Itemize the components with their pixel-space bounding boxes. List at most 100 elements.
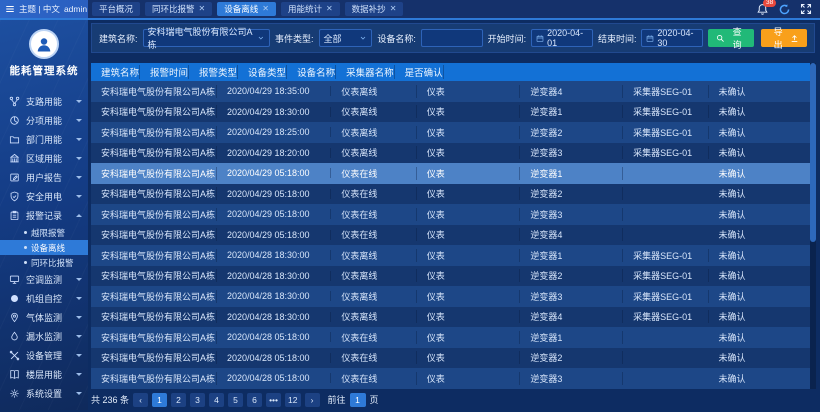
cell-device-name: 逆变器1 [520, 249, 623, 262]
cell-alarm-type: 仪表离线 [331, 310, 416, 323]
sidebar-item-label: 漏水监测 [26, 330, 70, 343]
cell-collector-name: 采集器SEG-01 [623, 85, 708, 98]
sidebar-item-subentry-energy[interactable]: 分项用能 [0, 111, 88, 130]
sidebar-item-label: 用户报告 [26, 171, 70, 184]
tab[interactable]: 数据补抄 ✕ [345, 2, 404, 16]
refresh-icon[interactable] [778, 3, 791, 16]
table-row[interactable]: 安科瑞电气股份有限公司A栋 2020/04/29 05:18:00 仪表在线 仪… [91, 184, 815, 205]
tab-close-icon[interactable]: ✕ [199, 5, 206, 13]
export-button[interactable]: 导出 [761, 29, 807, 47]
table-row[interactable]: 安科瑞电气股份有限公司A栋 2020/04/28 05:18:00 仪表在线 仪… [91, 368, 815, 389]
sidebar-item-gas-monitoring[interactable]: 气体监测 [0, 308, 88, 327]
cell-confirm-status: 未确认 [709, 146, 815, 159]
table-row[interactable]: 安科瑞电气股份有限公司A栋 2020/04/28 18:30:00 仪表离线 仪… [91, 307, 815, 328]
table-row[interactable]: 安科瑞电气股份有限公司A栋 2020/04/29 18:25:00 仪表离线 仪… [91, 122, 815, 143]
page-button[interactable]: 1 [152, 393, 167, 407]
table-row[interactable]: 安科瑞电气股份有限公司A栋 2020/04/29 18:35:00 仪表离线 仪… [91, 81, 815, 102]
search-button[interactable]: 查询 [708, 29, 754, 47]
tab[interactable]: 设备离线 ✕ [217, 2, 276, 16]
notification-bell-icon[interactable]: 38 [756, 3, 769, 16]
device-name-input[interactable] [421, 29, 483, 47]
cell-collector-name: 采集器SEG-01 [623, 249, 708, 262]
table-header: 建筑名称报警时间报警类型设备类型设备名称采集器名称是否确认 [91, 63, 815, 81]
total-count: 共 236 条 [91, 393, 129, 406]
table-row[interactable]: 安科瑞电气股份有限公司A栋 2020/04/29 05:18:00 仪表在线 仪… [91, 204, 815, 225]
cell-confirm-status: 未确认 [709, 269, 815, 282]
start-date-picker[interactable]: 2020-04-01 [531, 29, 593, 47]
cell-device-type: 仪表 [417, 105, 521, 118]
scrollbar-thumb[interactable] [810, 63, 816, 242]
page-button[interactable]: 6 [247, 393, 262, 407]
hamburger-menu-icon[interactable] [5, 4, 15, 14]
device-name-label: 设备名称: [377, 32, 416, 45]
sidebar-item-floor-energy[interactable]: 楼层用能 [0, 365, 88, 384]
filter-bar: 建筑名称: 安科瑞电气股份有限公司A栋 事件类型: 全部 设备名称: 开始时间:… [91, 23, 815, 53]
tab-close-icon[interactable]: ✕ [390, 5, 397, 13]
page-button[interactable]: 2 [171, 393, 186, 407]
table-scrollbar[interactable] [810, 63, 816, 389]
sidebar-item-label: 系统设置 [26, 387, 70, 400]
sidebar-subitem[interactable]: 设备离线 [0, 240, 88, 255]
page-button[interactable]: 12 [285, 393, 300, 407]
sidebar-item-device-management[interactable]: 设备管理 [0, 346, 88, 365]
start-time-label: 开始时间: [488, 32, 527, 45]
table-row[interactable]: 安科瑞电气股份有限公司A栋 2020/04/28 18:30:00 仪表离线 仪… [91, 266, 815, 287]
sidebar-item-area-energy[interactable]: 区域用能 [0, 149, 88, 168]
cell-confirm-status: 未确认 [709, 290, 815, 303]
tab[interactable]: 同环比报警 ✕ [145, 2, 212, 16]
next-page-button[interactable]: › [305, 393, 320, 407]
export-arrow-icon [790, 34, 799, 43]
end-date-picker[interactable]: 2020-04-30 [641, 29, 703, 47]
table-row[interactable]: 安科瑞电气股份有限公司A栋 2020/04/29 05:18:00 仪表在线 仪… [91, 225, 815, 246]
sidebar-item-hvac-monitoring[interactable]: 空调监测 [0, 270, 88, 289]
page-button[interactable]: 3 [190, 393, 205, 407]
cell-building: 安科瑞电气股份有限公司A栋 [91, 146, 217, 159]
tab[interactable]: 平台概况 ✕ [92, 2, 140, 16]
table-row[interactable]: 安科瑞电气股份有限公司A栋 2020/04/28 18:30:00 仪表离线 仪… [91, 245, 815, 266]
prev-page-button[interactable]: ‹ [133, 393, 148, 407]
table-row[interactable]: 安科瑞电气股份有限公司A栋 2020/04/28 05:18:00 仪表在线 仪… [91, 327, 815, 348]
building-select[interactable]: 安科瑞电气股份有限公司A栋 [143, 29, 271, 47]
tab[interactable]: 用能统计 ✕ [281, 2, 340, 16]
page-button[interactable]: 5 [228, 393, 243, 407]
table-row[interactable]: 安科瑞电气股份有限公司A栋 2020/04/29 18:30:00 仪表离线 仪… [91, 102, 815, 123]
table-header-cell: 设备名称 [287, 65, 336, 79]
sidebar-item-branch-energy[interactable]: 支路用能 [0, 92, 88, 111]
sidebar-subitem[interactable]: 越限报警 [0, 225, 88, 240]
table-row[interactable]: 安科瑞电气股份有限公司A栋 2020/04/29 05:18:00 仪表在线 仪… [91, 163, 815, 184]
user-menu[interactable]: admin [64, 4, 87, 14]
sidebar-item-user-report[interactable]: 用户报告 [0, 168, 88, 187]
sidebar-item-leak-monitoring[interactable]: 漏水监测 [0, 327, 88, 346]
cell-device-type: 仪表 [417, 249, 521, 262]
goto-page-input[interactable]: 1 [350, 393, 366, 407]
sidebar-item-alarm-records[interactable]: 报警记录 [0, 206, 88, 225]
event-type-select[interactable]: 全部 [319, 29, 373, 47]
cell-device-name: 逆变器1 [520, 167, 623, 180]
topbar-icons: 38 [756, 0, 820, 18]
cell-alarm-time: 2020/04/29 05:18:00 [217, 168, 331, 178]
sidebar-item-label: 安全用电 [26, 190, 70, 203]
page-button[interactable]: 4 [209, 393, 224, 407]
theme-language-switch[interactable]: 主题 | 中文 [19, 3, 60, 15]
tab-close-icon[interactable]: ✕ [326, 5, 333, 13]
sidebar-item-unit-autocontrol[interactable]: 机组自控 [0, 289, 88, 308]
page-button[interactable]: ••• [266, 393, 281, 407]
fullscreen-icon[interactable] [800, 3, 812, 15]
sidebar-subitem-label: 越限报警 [31, 227, 65, 239]
cell-collector-name: 采集器SEG-01 [623, 126, 708, 139]
sidebar-item-safe-electricity[interactable]: 安全用电 [0, 187, 88, 206]
cell-device-type: 仪表 [417, 85, 521, 98]
sidebar-item-department-energy[interactable]: 部门用能 [0, 130, 88, 149]
sidebar-item-system-settings[interactable]: 系统设置 [0, 384, 88, 403]
table-row[interactable]: 安科瑞电气股份有限公司A栋 2020/04/28 05:18:00 仪表在线 仪… [91, 348, 815, 369]
tab-close-icon[interactable]: ✕ [262, 5, 269, 13]
sidebar-subitem[interactable]: 同环比报警 [0, 255, 88, 270]
table-row[interactable]: 安科瑞电气股份有限公司A栋 2020/04/29 18:20:00 仪表离线 仪… [91, 143, 815, 164]
table-row[interactable]: 安科瑞电气股份有限公司A栋 2020/04/28 18:30:00 仪表离线 仪… [91, 286, 815, 307]
avatar[interactable] [29, 29, 59, 59]
bullet-icon [24, 246, 27, 249]
cell-confirm-status: 未确认 [709, 249, 815, 262]
cell-confirm-status: 未确认 [709, 85, 815, 98]
cell-alarm-type: 仪表离线 [331, 269, 416, 282]
cell-confirm-status: 未确认 [709, 126, 815, 139]
